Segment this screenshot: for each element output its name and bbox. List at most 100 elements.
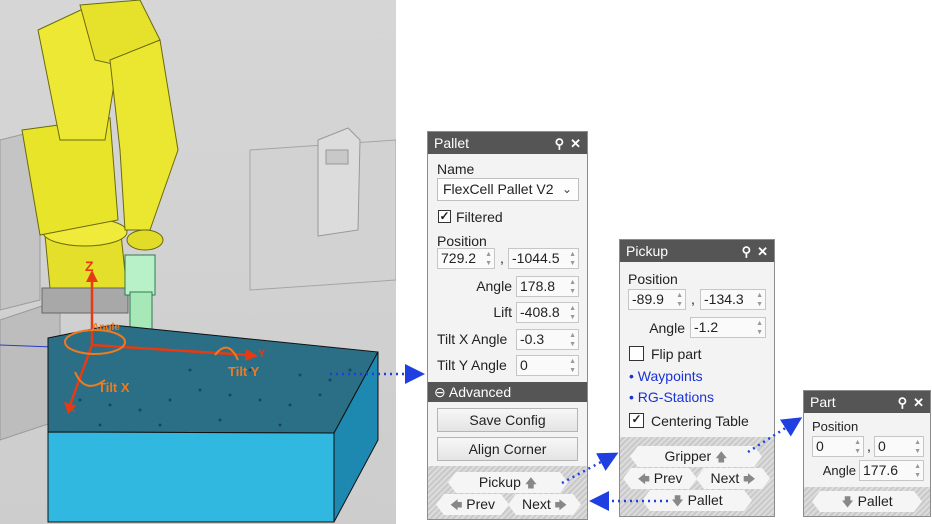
pallet-position-y-input[interactable]: -1044.5 ▲ ▼ — [508, 248, 579, 269]
pallet-position-x-input[interactable]: 729.2 ▲ ▼ — [437, 248, 495, 269]
pallet-name-label: Name — [437, 161, 475, 177]
advanced-section-header[interactable]: ⊖ Advanced — [428, 382, 587, 402]
tilt-y-angle-value: 0 — [520, 357, 528, 373]
close-icon[interactable]: ✕ — [757, 245, 768, 258]
comma-separator: , — [500, 250, 504, 266]
pin-icon[interactable]: ⚲ — [898, 396, 908, 409]
rg-stations-link[interactable]: • RG-Stations — [629, 389, 714, 405]
part-position-x-input[interactable]: 0 ▲ ▼ — [812, 436, 864, 457]
align-corner-button[interactable]: Align Corner — [437, 437, 578, 461]
spin-arrows-icon[interactable]: ▲ ▼ — [914, 462, 921, 480]
pickup-prev-label: Prev — [653, 470, 683, 486]
flip-part-label: Flip part — [651, 346, 702, 362]
spin-arrows-icon[interactable]: ▲ ▼ — [854, 438, 861, 456]
pickup-panel: Pickup ⚲ ✕ Position -89.9 ▲ ▼ , -134.3 ▲ ▼… — [619, 239, 775, 517]
collapse-circle-icon: ⊖ — [434, 384, 446, 400]
axis-y-label: Y — [258, 348, 266, 360]
pallet-panel-title: Pallet — [434, 135, 470, 151]
spin-arrows-icon[interactable]: ▲ ▼ — [569, 304, 576, 322]
part-angle-input[interactable]: 177.6 ▲ ▼ — [859, 460, 924, 481]
pickup-position-y-input[interactable]: -134.3 ▲ ▼ — [700, 289, 766, 310]
3d-viewport[interactable]: Z Y X Angle Tilt X Tilt Y — [0, 0, 396, 524]
pickup-nav-pallet-button[interactable]: 🡇 Pallet — [642, 490, 752, 511]
close-icon[interactable]: ✕ — [570, 137, 581, 150]
tilt-x-angle-input[interactable]: -0.3 ▲ ▼ — [516, 329, 579, 350]
part-position-x-value: 0 — [816, 438, 824, 454]
spin-arrows-icon[interactable]: ▲ ▼ — [756, 319, 763, 337]
pickup-position-x-input[interactable]: -89.9 ▲ ▼ — [628, 289, 686, 310]
pickup-next-label: Next — [710, 470, 740, 486]
pallet-angle-input[interactable]: 178.8 ▲ ▼ — [516, 276, 579, 297]
advanced-label: Advanced — [448, 384, 512, 400]
pallet-position-label: Position — [437, 233, 487, 249]
axis-x-label: X — [68, 403, 76, 415]
filtered-label: Filtered — [456, 209, 503, 225]
pickup-nav-gripper-label: Gripper — [664, 448, 712, 464]
centering-table-label: Centering Table — [651, 413, 749, 429]
part-nav-pallet-button[interactable]: 🡇 Pallet — [812, 491, 922, 512]
save-config-button[interactable]: Save Config — [437, 408, 578, 432]
pallet-next-label: Next — [521, 496, 551, 512]
tilt-x-angle-value: -0.3 — [520, 331, 545, 347]
pallet-prev-button[interactable]: 🡄 Prev — [436, 494, 509, 515]
part-angle-label: Angle — [822, 463, 856, 478]
part-panel-header: Part ⚲ ✕ — [804, 391, 930, 413]
tilt-x-gizmo-label: Tilt X — [98, 380, 130, 395]
pickup-position-label: Position — [628, 271, 678, 287]
pin-icon[interactable]: ⚲ — [742, 245, 752, 258]
part-position-label: Position — [812, 419, 859, 434]
spin-arrows-icon[interactable]: ▲ ▼ — [676, 291, 683, 309]
arrow-down-icon: 🡇 — [841, 495, 854, 509]
pickup-prev-button[interactable]: 🡄 Prev — [623, 468, 697, 489]
spin-arrows-icon[interactable]: ▲ ▼ — [485, 250, 492, 268]
part-position-y-value: 0 — [878, 438, 886, 454]
close-icon[interactable]: ✕ — [913, 396, 924, 409]
pickup-nav-gripper-button[interactable]: Gripper 🡅 — [630, 446, 762, 467]
rg-stations-link-label: RG-Stations — [637, 389, 715, 405]
part-position-y-input[interactable]: 0 ▲ ▼ — [874, 436, 924, 457]
arrow-left-icon: 🡄 — [637, 472, 650, 486]
pickup-panel-header: Pickup ⚲ ✕ — [620, 240, 774, 262]
pallet-lift-value: -408.8 — [520, 304, 560, 320]
pallet-nav-pickup-button[interactable]: Pickup 🡅 — [448, 472, 568, 493]
arrow-up-icon: 🡅 — [715, 450, 728, 464]
waypoints-link[interactable]: • Waypoints — [629, 368, 703, 384]
arrow-left-icon: 🡄 — [449, 498, 463, 512]
part-panel-title: Part — [810, 394, 836, 410]
waypoints-link-label: Waypoints — [637, 368, 703, 384]
part-nav-pallet-label: Pallet — [857, 493, 893, 509]
pallet-position-x-value: 729.2 — [441, 250, 477, 266]
pickup-next-button[interactable]: Next 🡆 — [696, 468, 770, 489]
comma-separator: , — [691, 291, 695, 307]
pallet-next-button[interactable]: Next 🡆 — [508, 494, 581, 515]
pallet-prev-label: Prev — [466, 496, 496, 512]
tilt-y-gizmo-label: Tilt Y — [228, 364, 260, 379]
pickup-panel-title: Pickup — [626, 243, 669, 259]
pallet-name-select[interactable]: FlexCell Pallet V2 ⌄ — [437, 178, 579, 201]
filtered-checkbox[interactable]: ✓ — [438, 210, 451, 223]
tilt-y-angle-input[interactable]: 0 ▲ ▼ — [516, 355, 579, 376]
spin-arrows-icon[interactable]: ▲ ▼ — [756, 291, 763, 309]
spin-arrows-icon[interactable]: ▲ ▼ — [569, 357, 576, 375]
pallet-panel-header: Pallet ⚲ ✕ — [428, 132, 587, 154]
spin-arrows-icon[interactable]: ▲ ▼ — [569, 331, 576, 349]
pin-icon[interactable]: ⚲ — [555, 137, 565, 150]
pallet-lift-input[interactable]: -408.8 ▲ ▼ — [516, 302, 579, 323]
centering-table-checkbox[interactable]: ✓ — [629, 413, 644, 428]
tilt-y-angle-label: Tilt Y Angle — [437, 357, 507, 373]
pallet-name-value: FlexCell Pallet V2 — [443, 181, 554, 197]
spin-arrows-icon[interactable]: ▲ ▼ — [914, 438, 921, 456]
spin-arrows-icon[interactable]: ▲ ▼ — [569, 250, 576, 268]
pallet-nav-pickup-label: Pickup — [478, 474, 521, 490]
chevron-down-icon: ⌄ — [561, 182, 572, 196]
pallet-lift-label: Lift — [493, 304, 512, 320]
tilt-x-angle-label: Tilt X Angle — [437, 331, 508, 347]
spin-arrows-icon[interactable]: ▲ ▼ — [569, 278, 576, 296]
arrow-up-icon: 🡅 — [524, 476, 538, 490]
part-angle-value: 177.6 — [863, 462, 899, 478]
pickup-angle-input[interactable]: -1.2 ▲ ▼ — [690, 317, 766, 338]
pallet-angle-value: 178.8 — [520, 278, 556, 294]
axis-z-label: Z — [85, 258, 94, 274]
flip-part-checkbox[interactable] — [629, 346, 644, 361]
arrow-right-icon: 🡆 — [743, 472, 756, 486]
